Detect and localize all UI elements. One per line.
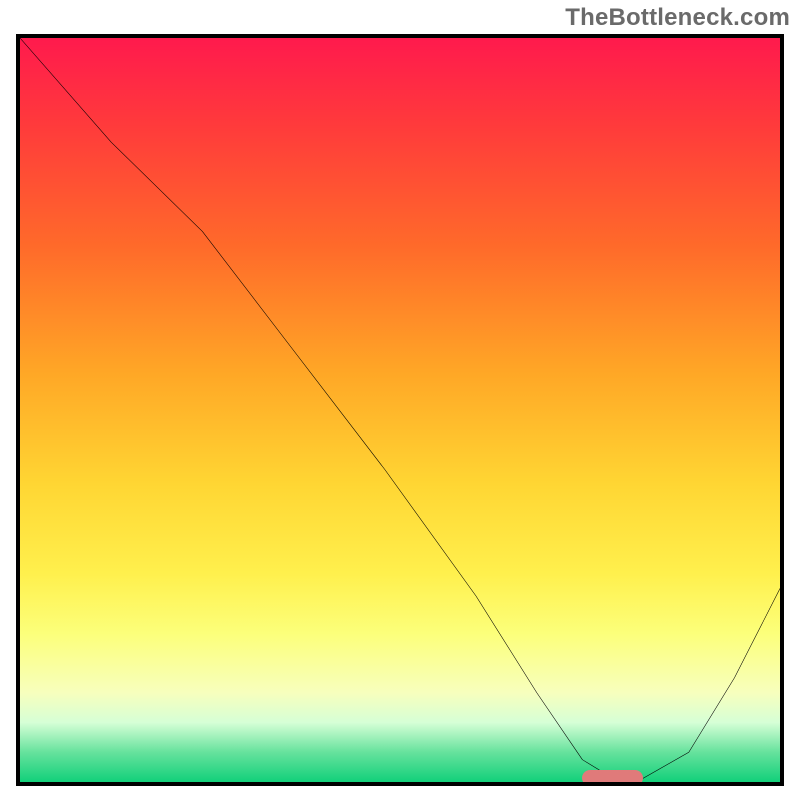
bottleneck-curve [20,38,780,782]
plot-area [16,34,784,786]
watermark-text: TheBottleneck.com [565,4,790,32]
chart-frame: TheBottleneck.com [0,0,800,800]
optimal-range-marker [582,770,643,786]
curve-path [20,38,780,778]
